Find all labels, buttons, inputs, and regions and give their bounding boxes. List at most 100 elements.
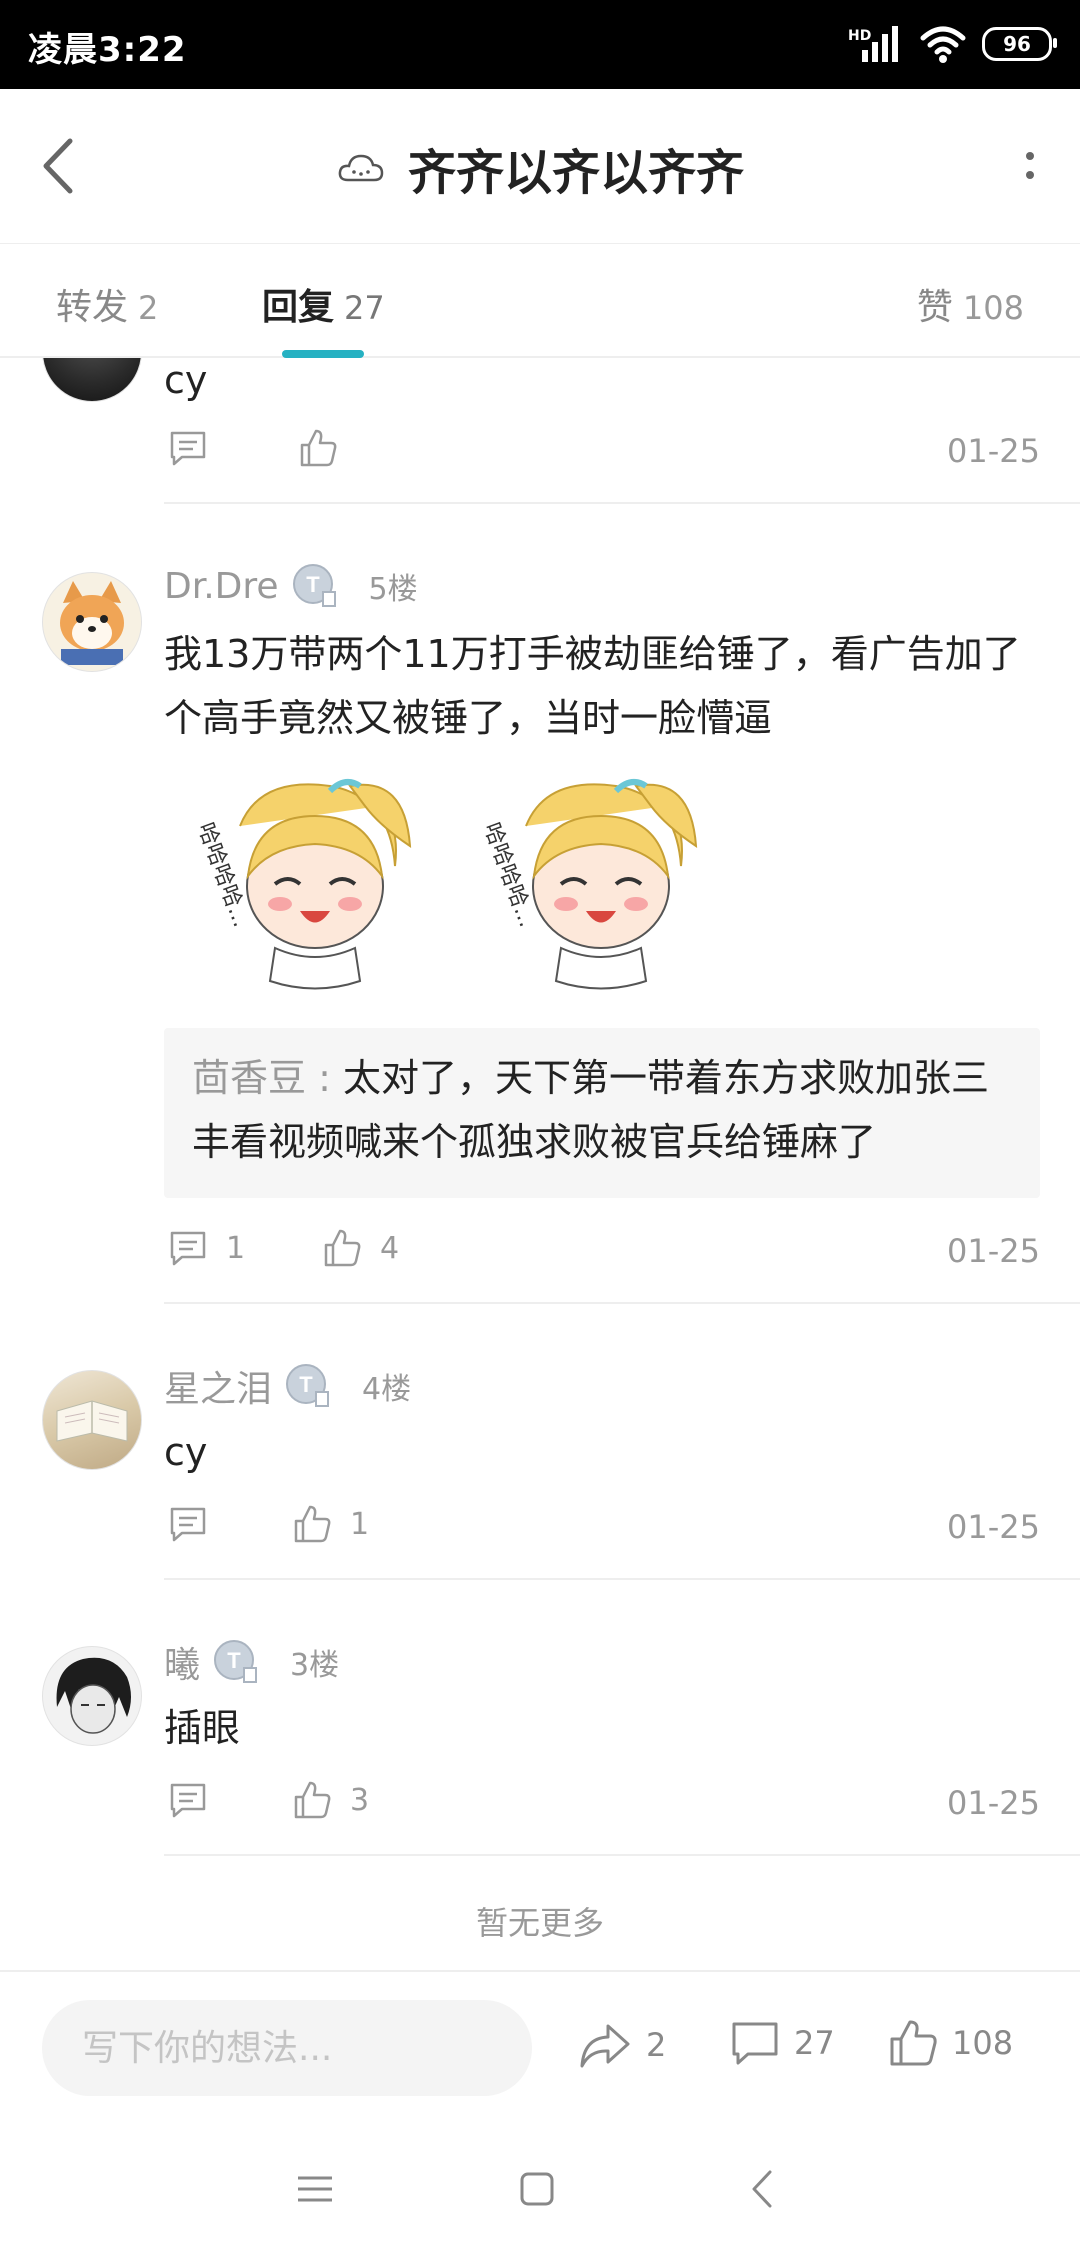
status-icons: HD 96 (848, 18, 1057, 70)
bottom-action-bar: 2 27 108 (0, 1970, 1080, 2126)
svg-text:T: T (227, 1648, 241, 1673)
comment-bubble-icon (732, 2022, 778, 2065)
tab-forward[interactable]: 转发 2 (56, 278, 158, 330)
divider (164, 1578, 1080, 1580)
sticker-image[interactable]: 哈哈哈哈... (466, 766, 706, 1006)
tab-count: 27 (344, 289, 385, 327)
avatar[interactable] (42, 358, 142, 402)
comment-actions: 1 4 01-25 (164, 1228, 1040, 1278)
reply-count: 1 (226, 1230, 246, 1266)
level-badge-icon: T (214, 1640, 258, 1683)
thumbs-up-icon (294, 1505, 331, 1543)
reply-button[interactable]: 1 (168, 1228, 245, 1268)
tab-bar: 转发 2 回复 27 赞 108 (0, 244, 1080, 358)
menu-icon[interactable] (290, 2164, 340, 2214)
sticker-text: 哈哈哈哈... (478, 820, 539, 931)
status-time: 凌晨3:22 (28, 30, 187, 70)
comment-date: 01-25 (947, 1232, 1040, 1270)
quote-separator: : (306, 1056, 343, 1100)
floor-number: 3楼 (290, 1648, 340, 1683)
active-tab-indicator (282, 350, 364, 358)
comment-text: 我13万带两个11万打手被劫匪给锤了，看广告加了个高手竟然又被锤了，当时一脸懵逼 (164, 632, 1021, 740)
like-count: 1 (350, 1506, 370, 1542)
system-navigation-bar (0, 2124, 1080, 2248)
comment-input[interactable] (42, 2000, 532, 2096)
comment-header: 星之泪 T 4楼 (164, 1360, 411, 1412)
no-more-label: 暂无更多 (475, 1904, 604, 1942)
divider (164, 1302, 1080, 1304)
svg-text:T: T (299, 1372, 313, 1397)
comment-icon (170, 1783, 206, 1818)
comment-button[interactable]: 27 (730, 2018, 835, 2068)
username[interactable]: 星之泪 (164, 1360, 272, 1412)
tab-like[interactable]: 赞 108 (917, 278, 1024, 330)
thumbs-up-icon (890, 2020, 937, 2066)
thumbs-up-icon (324, 1229, 361, 1267)
like-button[interactable] (298, 428, 356, 468)
like-count: 3 (350, 1782, 370, 1818)
comment-text: 插眼 (164, 1706, 241, 1750)
comment-count: 27 (794, 2024, 835, 2062)
reply-button[interactable] (168, 1504, 226, 1544)
sticker-image[interactable]: 哈哈哈哈... (180, 766, 420, 1006)
tab-label: 赞 (916, 287, 953, 328)
avatar[interactable] (42, 572, 142, 672)
comment-date: 01-25 (947, 1508, 1040, 1546)
like-button[interactable]: 3 (292, 1780, 369, 1820)
quoted-username[interactable]: 茴香豆 (192, 1056, 306, 1100)
page-title: 齐齐以齐以齐齐 (407, 145, 744, 201)
like-post-button[interactable]: 108 (888, 2018, 1013, 2068)
quoted-reply[interactable]: 茴香豆 : 太对了，天下第一带着东方求败加张三丰看视频喊来个孤独求败被官兵给锤麻… (164, 1028, 1040, 1198)
comment-header: Dr.Dre T 5楼 (164, 562, 418, 610)
comment-text: cy (164, 1430, 208, 1474)
divider (164, 1854, 1080, 1856)
comment-header: 曦 T 3楼 (164, 1636, 339, 1688)
like-count: 108 (952, 2024, 1014, 2062)
comment-text: cy (164, 358, 208, 402)
tab-count: 2 (138, 289, 159, 327)
home-icon[interactable] (512, 2164, 562, 2214)
floor-number: 4楼 (362, 1372, 412, 1407)
forward-button[interactable]: 2 (578, 2018, 666, 2072)
floor-number: 5楼 (368, 572, 418, 607)
avatar[interactable] (42, 1370, 142, 1470)
avatar[interactable] (42, 1646, 142, 1746)
battery-indicator: 96 (982, 27, 1057, 61)
comment-actions: 1 01-25 (164, 1504, 1040, 1554)
comment-icon (170, 1231, 206, 1266)
forward-count: 2 (646, 2026, 667, 2064)
sticker-text: 哈哈哈哈... (192, 820, 253, 931)
like-count: 4 (380, 1230, 400, 1266)
username[interactable]: Dr.Dre (164, 566, 279, 607)
divider (164, 502, 1080, 504)
more-options-icon[interactable] (1020, 147, 1040, 187)
cloud-icon (338, 154, 384, 182)
comment-actions: 3 01-25 (164, 1780, 1040, 1830)
username[interactable]: 曦 (164, 1636, 200, 1688)
thumbs-up-icon (300, 429, 337, 467)
comment-actions: 01-25 (164, 428, 1040, 478)
tab-reply[interactable]: 回复 27 (262, 278, 385, 330)
comment-date: 01-25 (947, 432, 1040, 470)
tab-label: 回复 (262, 287, 335, 328)
comment-icon (170, 1507, 206, 1542)
signal-icon: HD (848, 24, 904, 64)
svg-text:T: T (306, 572, 320, 597)
tab-label: 转发 (56, 287, 129, 328)
reply-list: cy 01-25 Dr.Dre T 5楼 我13万带两个11万打手被劫匪给锤了，… (0, 358, 1080, 1970)
like-button[interactable]: 4 (322, 1228, 399, 1268)
level-badge-icon: T (286, 1364, 330, 1407)
comment-icon (170, 431, 206, 466)
header-title-group: 齐齐以齐以齐齐 (0, 133, 1080, 203)
share-arrow-icon (580, 2024, 630, 2068)
like-button[interactable]: 1 (292, 1504, 369, 1544)
level-badge-icon: T (292, 564, 336, 607)
reply-button[interactable] (168, 1780, 226, 1820)
header: 齐齐以齐以齐齐 (0, 89, 1080, 244)
back-icon[interactable] (738, 2164, 788, 2214)
tab-count: 108 (962, 289, 1024, 327)
thumbs-up-icon (294, 1781, 331, 1819)
status-bar: 凌晨3:22 HD 96 (0, 0, 1080, 89)
reply-button[interactable] (168, 428, 226, 468)
wifi-icon (920, 26, 966, 63)
